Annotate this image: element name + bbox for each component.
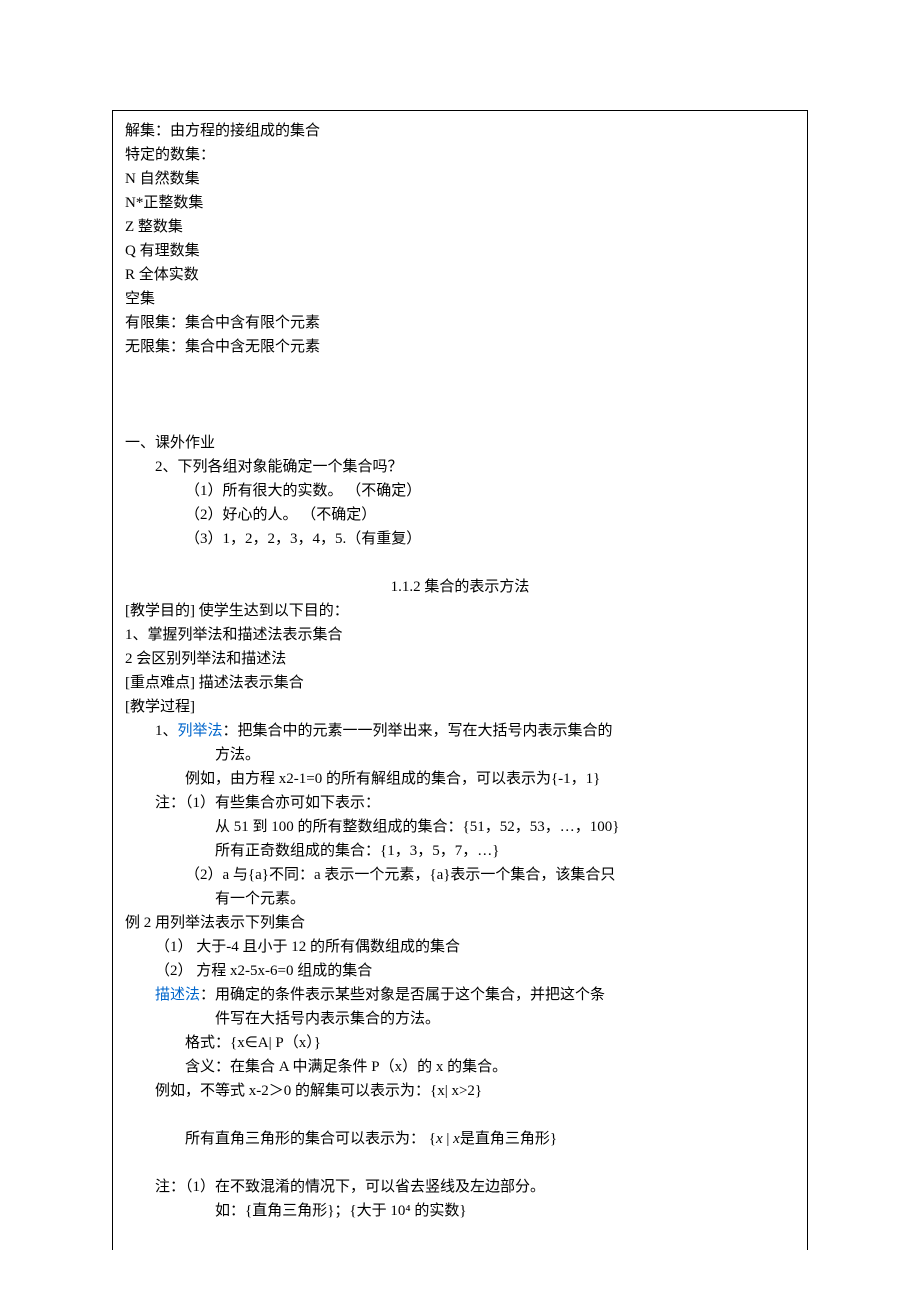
- enum-note-item: 有一个元素。: [125, 887, 795, 911]
- aims-heading: [教学目的] 使学生达到以下目的：: [125, 599, 795, 623]
- enum-note-item: 所有正奇数组成的集合：{1，3，5，7，…}: [125, 839, 795, 863]
- process-heading: [教学过程]: [125, 695, 795, 719]
- desc-keyword: 描述法: [155, 987, 200, 1003]
- enum-note-item: 从 51 到 100 的所有整数组成的集合：{51，52，53，…，100}: [125, 815, 795, 839]
- enum-lead-cont: 方法。: [125, 743, 795, 767]
- text-line: 无限集：集合中含无限个元素: [125, 335, 795, 359]
- homework-item: （1）所有很大的实数。 （不确定）: [125, 479, 795, 503]
- desc-lead: 描述法：用确定的条件表示某些对象是否属于这个集合，并把这个条: [125, 983, 795, 1007]
- homework-question: 2、下列各组对象能确定一个集合吗？: [125, 455, 795, 479]
- homework-item: （3）1，2，2，3，4，5.（有重复）: [125, 527, 795, 551]
- example2-heading: 例 2 用列举法表示下列集合: [125, 911, 795, 935]
- desc-triangle: 所有直角三角形的集合可以表示为： {x | x是直角三角形}: [125, 1127, 795, 1151]
- desc-note-item: 如：{直角三角形}；{大于 10⁴ 的实数}: [125, 1199, 795, 1223]
- text-fragment: ：用确定的条件表示某些对象是否属于这个集合，并把这个条: [200, 987, 605, 1003]
- desc-note-head: 注：（1）在不致混淆的情况下，可以省去竖线及左边部分。: [125, 1175, 795, 1199]
- text-line: 空集: [125, 287, 795, 311]
- text-fragment: 所有直角三角形的集合可以表示为：: [185, 1131, 425, 1147]
- enum-example: 例如，由方程 x2-1=0 的所有解组成的集合，可以表示为{-1，1}: [125, 767, 795, 791]
- desc-lead-cont: 件写在大括号内表示集合的方法。: [125, 1007, 795, 1031]
- brace: {: [429, 1131, 436, 1147]
- text-fragment: 是直角三角形}: [460, 1131, 557, 1147]
- text-line: Q 有理数集: [125, 239, 795, 263]
- homework-heading: 一、课外作业: [125, 431, 795, 455]
- enum-keyword: 列举法: [178, 723, 223, 739]
- text-line: R 全体实数: [125, 263, 795, 287]
- text-fragment: 1、: [155, 723, 178, 739]
- var-x: x: [436, 1131, 443, 1147]
- difficulty-line: [重点难点] 描述法表示集合: [125, 671, 795, 695]
- desc-format: 格式：{x∈A| P（x）}: [125, 1031, 795, 1055]
- text-line: 有限集：集合中含有限个元素: [125, 311, 795, 335]
- aims-item: 2 会区别列举法和描述法: [125, 647, 795, 671]
- text-line: Z 整数集: [125, 215, 795, 239]
- enum-note-item: （2）a 与{a}不同：a 表示一个元素，{a}表示一个集合，该集合只: [125, 863, 795, 887]
- enum-note-head: 注：（1）有些集合亦可如下表示：: [125, 791, 795, 815]
- enum-lead: 1、列举法：把集合中的元素一一列举出来，写在大括号内表示集合的: [125, 719, 795, 743]
- example2-item: （2） 方程 x2-5x-6=0 组成的集合: [125, 959, 795, 983]
- text-fragment: ：把集合中的元素一一列举出来，写在大括号内表示集合的: [223, 723, 613, 739]
- text-line: N*正整数集: [125, 191, 795, 215]
- var-x: x: [453, 1131, 460, 1147]
- text-line: 解集：由方程的接组成的集合: [125, 119, 795, 143]
- homework-item: （2）好心的人。 （不确定）: [125, 503, 795, 527]
- document-frame: 解集：由方程的接组成的集合 特定的数集： N 自然数集 N*正整数集 Z 整数集…: [112, 110, 808, 1250]
- bar: |: [443, 1131, 454, 1147]
- text-line: 特定的数集：: [125, 143, 795, 167]
- formula: {x | x是直角三角形}: [429, 1131, 557, 1147]
- desc-meaning: 含义：在集合 A 中满足条件 P（x）的 x 的集合。: [125, 1055, 795, 1079]
- example2-item: （1） 大于-4 且小于 12 的所有偶数组成的集合: [125, 935, 795, 959]
- text-line: N 自然数集: [125, 167, 795, 191]
- aims-item: 1、掌握列举法和描述法表示集合: [125, 623, 795, 647]
- section-title: 1.1.2 集合的表示方法: [125, 575, 795, 599]
- desc-example: 例如，不等式 x-2＞0 的解集可以表示为：{x| x>2}: [125, 1079, 795, 1103]
